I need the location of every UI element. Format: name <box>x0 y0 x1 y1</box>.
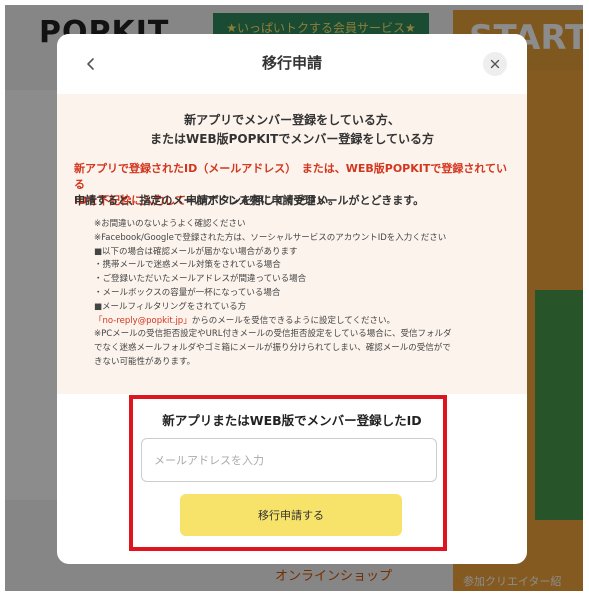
modal-title: 移行申請 <box>261 54 322 72</box>
note-line: でなく迷惑メールフォルダやゴミ箱にメールが振り分けられてしまい、確認メールの受信… <box>94 343 451 354</box>
note-line: ・メールボックスの容量が一杯になっている場合 <box>94 287 281 298</box>
id-field-label: 新アプリまたはWEB版でメンバー登録したID <box>162 413 422 428</box>
note-line: 「no-reply@popkit.jp」からのメールを受信できるように設定してく… <box>94 315 514 329</box>
note-line: ※Facebook/Googleで登録された方は、ソーシャルサービスのアカウント… <box>94 232 447 243</box>
instruction-line: 新アプリで登録されたID（メールアドレス） または、WEB版POPKITで登録さ… <box>74 162 508 191</box>
note-line: ・携帯メールで迷惑メール対策をされている場合 <box>94 260 281 271</box>
email-input[interactable] <box>141 438 437 482</box>
note-line: ■メールフィルタリングをされている方 <box>94 301 247 312</box>
noreply-instruction: からのメールを受信できるように設定してください。 <box>191 315 396 326</box>
notes-list: ※お間違いのないようよく確認ください ※Facebook/Googleで登録され… <box>94 218 514 370</box>
migration-modal: 移行申請 新アプリでメンバー登録をしている方、 またはWEB版POPKITでメン… <box>57 34 527 564</box>
modal-header: 移行申請 <box>57 34 527 94</box>
note-line: きない可能性があります。 <box>94 356 196 367</box>
migration-form: 新アプリまたはWEB版でメンバー登録したID 移行申請する <box>57 394 527 564</box>
note-line: ・ご登録いただいたメールアドレスが間違っている場合 <box>94 274 307 285</box>
confirmation-mail-text: 申請すると、指定のメールアドレス宛に申請受理メールがとどきます。 <box>74 194 425 207</box>
info-heading: 新アプリでメンバー登録をしている方、 またはWEB版POPKITでメンバー登録を… <box>57 111 527 149</box>
note-line: ※お間違いのないようよく確認ください <box>94 219 246 229</box>
info-heading-line: 新アプリでメンバー登録をしている方、 <box>184 113 400 127</box>
info-heading-line: またはWEB版POPKITでメンバー登録をしている方 <box>150 132 434 146</box>
noreply-address: 「no-reply@popkit.jp」 <box>94 315 192 326</box>
note-line: ■以下の場合は確認メールが届かない場合があります <box>94 246 298 257</box>
close-icon[interactable] <box>483 52 507 76</box>
info-panel: 新アプリでメンバー登録をしている方、 またはWEB版POPKITでメンバー登録を… <box>57 94 527 394</box>
submit-migration-button[interactable]: 移行申請する <box>180 494 402 536</box>
note-line: ※PCメールの受信拒否設定やURL付きメールの受信拒否設定をしている場合に、受信… <box>94 329 452 340</box>
